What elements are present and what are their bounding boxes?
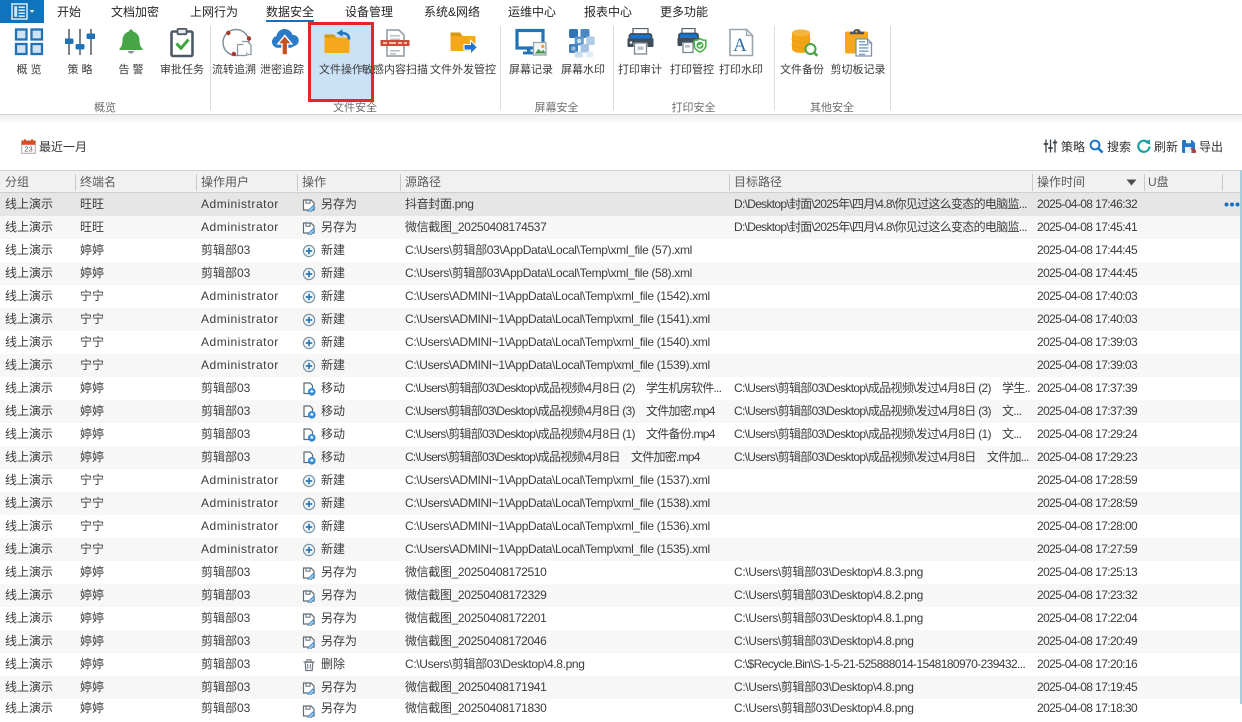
svg-text:23: 23 [24, 144, 32, 153]
svg-text:A: A [733, 35, 747, 56]
